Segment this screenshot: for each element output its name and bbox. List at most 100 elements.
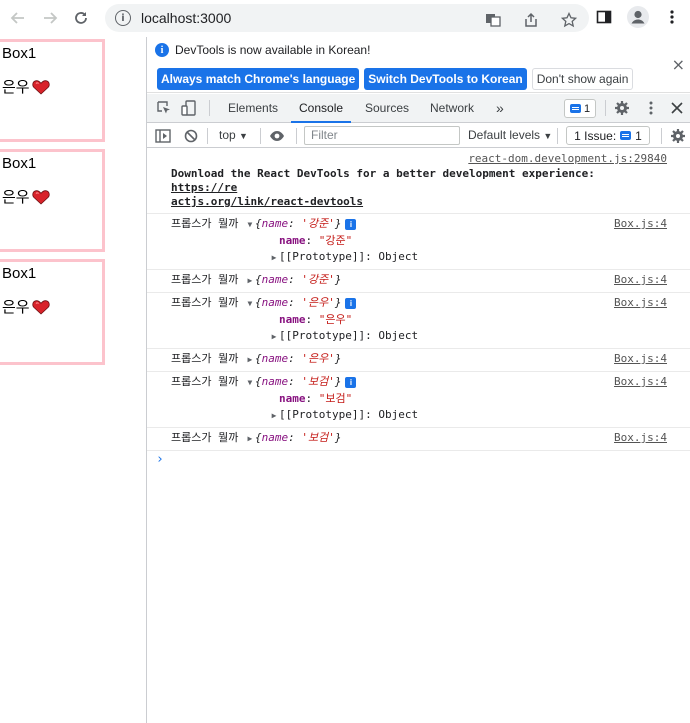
source-link[interactable]: Box.js:4 <box>614 273 667 286</box>
console-log-row: Box.js:4 프롭스가 뭘까 ▼ {name: '강준'} i name: "강준"… <box>147 214 690 270</box>
filter-input[interactable]: Filter <box>304 126 460 145</box>
infobar-message: DevTools is now available in Korean! <box>175 43 371 57</box>
close-icon[interactable]: × <box>672 55 685 74</box>
issues-badge[interactable]: 1 Issue: 1 <box>566 126 650 145</box>
console-log-row: Box.js:4 프롭스가 뭘까 ▼ {name: '은우'} i name: "은우"… <box>147 293 690 349</box>
match-language-button[interactable]: Always match Chrome's language <box>157 68 360 90</box>
profile-avatar-icon[interactable] <box>626 5 650 29</box>
console-log-row: Box.js:4 프롭스가 뭘까 ▶ {name: '강준'} <box>147 270 690 293</box>
console-log-list: Box.js:4 프롭스가 뭘까 ▼ {name: '강준'} i name: "강준"… <box>147 214 690 451</box>
object-preview[interactable]: ▼ {name: '보검'} <box>245 375 342 388</box>
log-label: 프롭스가 뭘까 <box>171 431 239 444</box>
info-icon: i <box>155 43 169 57</box>
info-icon: i <box>345 297 357 309</box>
tab-elements[interactable]: Elements <box>228 94 278 123</box>
source-link[interactable]: Box.js:4 <box>614 296 667 309</box>
page-viewport: Box1 은우 Box1 은우 Box1 은우 <box>0 37 146 723</box>
info-icon: i <box>345 218 357 230</box>
settings-gear-icon[interactable] <box>614 100 630 116</box>
clear-console-icon[interactable] <box>183 128 199 144</box>
console-settings-icon[interactable] <box>670 128 686 144</box>
dont-show-again-button[interactable]: Don't show again <box>531 68 634 90</box>
share-icon[interactable] <box>519 8 543 32</box>
address-bar[interactable]: i localhost:3000 <box>105 4 589 32</box>
box-card: Box1 은우 <box>0 259 105 365</box>
side-panel-icon[interactable] <box>592 5 616 29</box>
context-selector[interactable]: top ▼ <box>219 128 248 142</box>
object-preview[interactable]: ▶ {name: '보검'} <box>245 431 342 444</box>
source-link[interactable]: Box.js:4 <box>614 352 667 365</box>
collapsed-triangle-icon[interactable]: ▶ <box>245 352 255 368</box>
console-message: react-dom.development.js:29840 Download … <box>147 149 690 214</box>
devtools-menu-icon[interactable] <box>643 100 659 116</box>
log-label: 프롭스가 뭘까 <box>171 217 239 230</box>
prototype-row[interactable]: ▶ [[Prototype]]: Object <box>171 407 690 424</box>
console-log-row: Box.js:4 프롭스가 뭘까 ▶ {name: '은우'} <box>147 349 690 372</box>
expanded-triangle-icon[interactable]: ▼ <box>245 296 255 312</box>
message-icon <box>569 104 581 113</box>
box-card: Box1 은우 <box>0 149 105 252</box>
tab-network[interactable]: Network <box>430 94 474 123</box>
object-preview[interactable]: ▼ {name: '은우'} <box>245 296 342 309</box>
heart-icon <box>31 189 50 205</box>
box-card: Box1 은우 <box>0 39 105 142</box>
console-log-row: Box.js:4 프롭스가 뭘까 ▶ {name: '보검'} <box>147 428 690 451</box>
collapsed-triangle-icon[interactable]: ▶ <box>269 329 279 345</box>
live-expression-eye-icon[interactable] <box>269 128 285 144</box>
box-title: Box1 <box>2 45 37 62</box>
log-levels-dropdown[interactable]: Default levels ▼ <box>468 128 552 142</box>
forward-icon[interactable] <box>37 5 63 31</box>
translate-icon[interactable] <box>481 8 505 32</box>
source-link[interactable]: Box.js:4 <box>614 217 667 230</box>
log-label: 프롭스가 뭘까 <box>171 296 239 309</box>
log-label: 프롭스가 뭘까 <box>171 273 239 286</box>
heart-icon <box>31 79 50 95</box>
console-prompt[interactable]: › <box>147 451 690 471</box>
device-toggle-icon[interactable] <box>181 100 197 116</box>
collapsed-triangle-icon[interactable]: ▶ <box>269 408 279 424</box>
source-link[interactable]: Box.js:4 <box>614 375 667 388</box>
sidebar-toggle-icon[interactable] <box>155 128 171 144</box>
expanded-triangle-icon[interactable]: ▼ <box>245 375 255 391</box>
collapsed-triangle-icon[interactable]: ▶ <box>245 273 255 289</box>
react-devtools-link[interactable]: https://re <box>171 181 237 194</box>
box-title: Box1 <box>2 265 37 282</box>
console-log-row: Box.js:4 프롭스가 뭘까 ▼ {name: '보검'} i name: "보검"… <box>147 372 690 428</box>
more-tabs-icon[interactable]: » <box>496 94 504 123</box>
object-preview[interactable]: ▶ {name: '은우'} <box>245 352 342 365</box>
object-preview[interactable]: ▶ {name: '강준'} <box>245 273 342 286</box>
bookmark-star-icon[interactable] <box>557 8 581 32</box>
expanded-triangle-icon[interactable]: ▼ <box>245 217 255 233</box>
site-info-icon[interactable]: i <box>115 10 131 26</box>
box-name: 은우 <box>2 188 30 206</box>
react-devtools-link[interactable]: actjs.org/link/react-devtools <box>171 195 363 208</box>
message-count: 1 <box>583 102 591 115</box>
console-toolbar: top ▼ Filter Default levels ▼ 1 Issue: 1 <box>147 124 690 148</box>
log-label: 프롭스가 뭘까 <box>171 352 239 365</box>
tab-console[interactable]: Console <box>291 94 352 123</box>
inspect-element-icon[interactable] <box>156 100 172 116</box>
chrome-menu-icon[interactable] <box>660 5 684 29</box>
devtools-panel: i DevTools is now available in Korean! A… <box>146 37 690 723</box>
source-link[interactable]: Box.js:4 <box>614 431 667 444</box>
switch-korean-button[interactable]: Switch DevTools to Korean <box>364 68 527 90</box>
prototype-row[interactable]: ▶ [[Prototype]]: Object <box>171 249 690 266</box>
log-label: 프롭스가 뭘까 <box>171 375 239 388</box>
close-devtools-icon[interactable] <box>669 100 685 116</box>
tab-sources[interactable]: Sources <box>365 94 409 123</box>
devtools-tabbar: Elements Console Sources Network » 1 <box>147 94 690 123</box>
issue-message-icon <box>620 131 632 140</box>
browser-toolbar: i localhost:3000 <box>0 0 690 36</box>
source-link[interactable]: react-dom.development.js:29840 <box>468 152 667 165</box>
prototype-row[interactable]: ▶ [[Prototype]]: Object <box>171 328 690 345</box>
info-icon: i <box>345 376 357 388</box>
back-icon[interactable] <box>5 5 31 31</box>
heart-icon <box>31 299 50 315</box>
reload-icon[interactable] <box>68 5 94 31</box>
url-text: localhost:3000 <box>141 10 232 26</box>
messages-badge[interactable]: 1 <box>564 99 596 118</box>
collapsed-triangle-icon[interactable]: ▶ <box>245 431 255 447</box>
collapsed-triangle-icon[interactable]: ▶ <box>269 250 279 266</box>
object-preview[interactable]: ▼ {name: '강준'} <box>245 217 342 230</box>
box-name: 은우 <box>2 298 30 316</box>
